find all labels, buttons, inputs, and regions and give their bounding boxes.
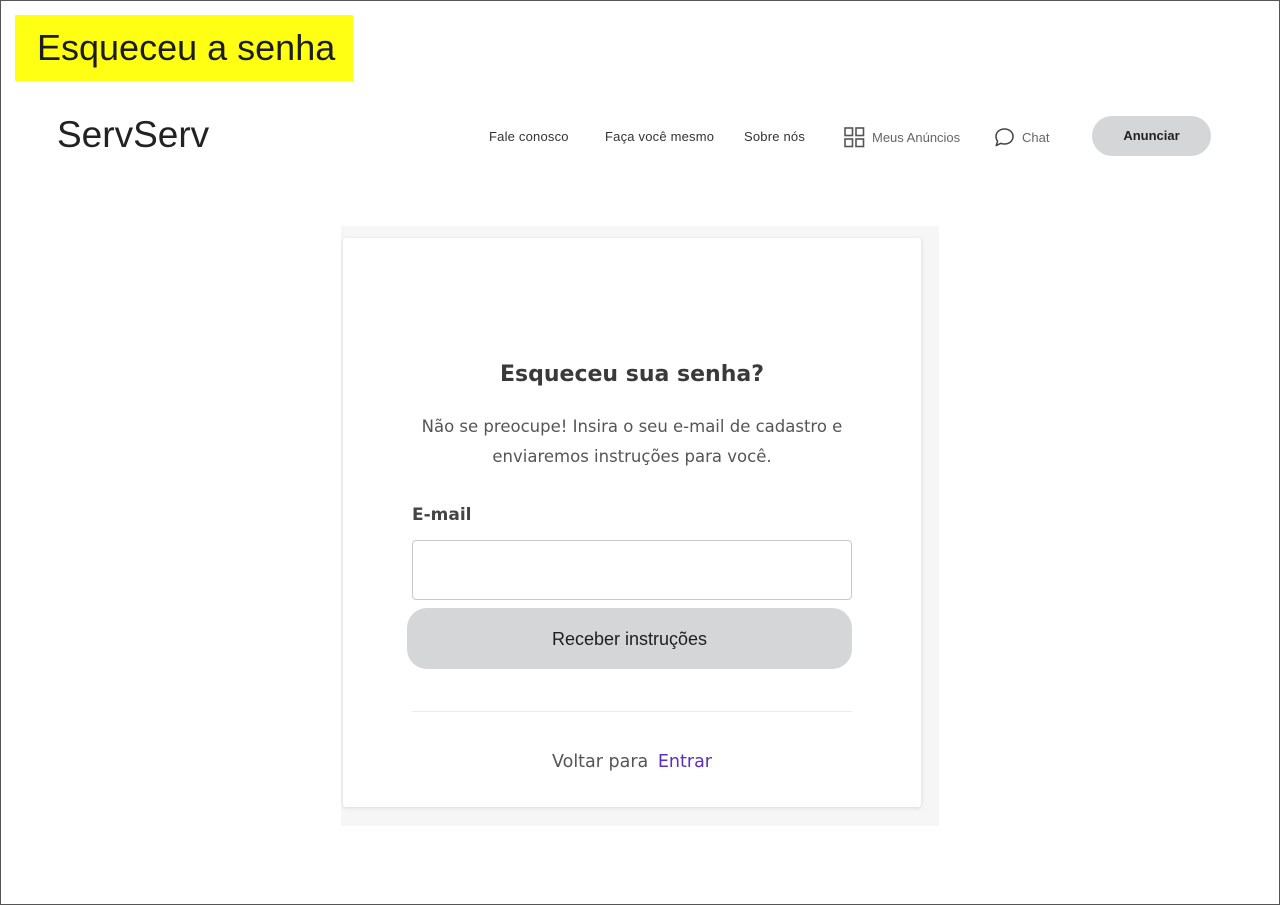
anunciar-button[interactable]: Anunciar <box>1092 116 1211 156</box>
grid-icon <box>844 126 872 148</box>
nav-meus-anuncios[interactable]: Meus Anúncios <box>844 126 960 148</box>
email-input[interactable] <box>412 540 852 600</box>
nav-sobre-nos[interactable]: Sobre nós <box>744 129 805 145</box>
page-tag: Esqueceu a senha <box>15 15 353 81</box>
chat-bubble-icon <box>994 127 1022 148</box>
nav-meus-anuncios-label: Meus Anúncios <box>872 129 961 145</box>
logo[interactable]: ServServ <box>57 113 209 157</box>
nav-faca-voce-mesmo[interactable]: Faça você mesmo <box>605 129 714 145</box>
back-text: Voltar para <box>552 752 649 772</box>
login-link[interactable]: Entrar <box>658 752 712 772</box>
nav-chat-label: Chat <box>1022 129 1050 145</box>
divider <box>412 711 852 712</box>
card-description: Não se preocupe! Insira o seu e-mail de … <box>421 417 843 466</box>
nav-fale-conosco[interactable]: Fale conosco <box>489 129 569 145</box>
receive-instructions-button[interactable]: Receber instruções <box>407 608 852 669</box>
card-title: Esqueceu sua senha? <box>500 362 764 387</box>
email-label: E-mail <box>412 505 472 525</box>
nav-chat[interactable]: Chat <box>994 126 1049 148</box>
back-to-login-row: Voltar para Entrar <box>343 748 921 776</box>
